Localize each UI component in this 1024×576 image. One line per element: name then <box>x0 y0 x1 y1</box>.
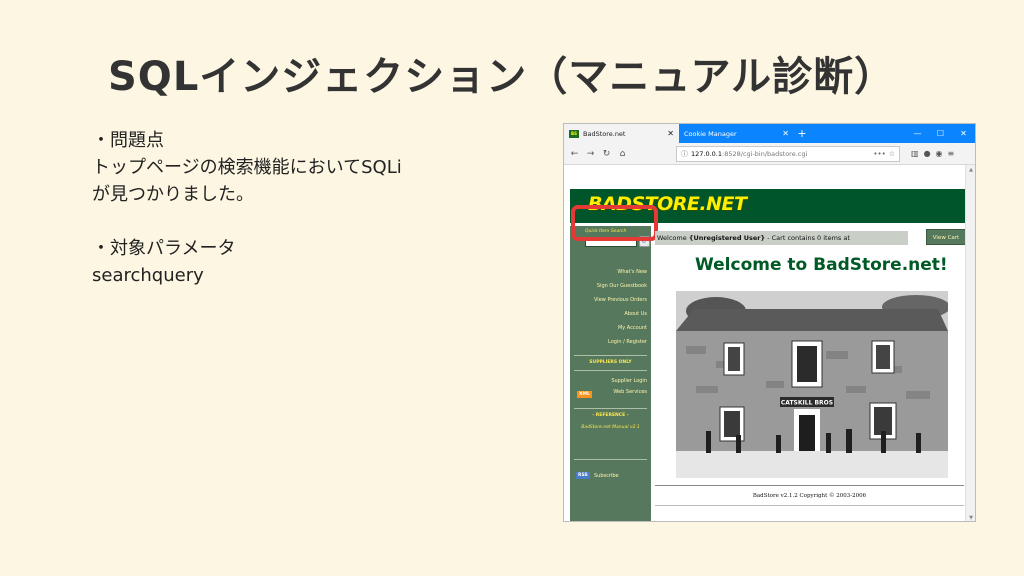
sidebar-item-web-services[interactable]: Web Services <box>613 389 647 395</box>
new-tab-button[interactable]: + <box>794 124 810 143</box>
sidebar-item-about-us[interactable]: About Us <box>624 311 647 317</box>
address-bar[interactable]: ⓘ 127.0.0.1:8528/cgi-bin/badstore.cgi ••… <box>676 145 900 162</box>
slide-title: SQLインジェクション（マニュアル診断） <box>108 54 896 100</box>
sidebar-item-login-register[interactable]: Login / Register <box>608 339 647 345</box>
sidebar-item-guestbook[interactable]: Sign Our Guestbook <box>597 283 647 289</box>
url-text: 127.0.0.1:8528/cgi-bin/badstore.cgi <box>691 150 870 158</box>
footer-divider <box>655 485 964 486</box>
store-photo: CATSKILL BROS <box>676 291 948 478</box>
tab-bar: BS BadStore.net ✕ Cookie Manager ✕ + — ☐… <box>564 124 975 143</box>
url-host: 127.0.0.1 <box>691 149 723 158</box>
reference-heading: - REFERENCE - <box>592 413 629 418</box>
sidebar: Quick Item Search ⟳ What's New Sign Our … <box>570 226 651 521</box>
page-viewport: BADSTORE.NET Quick Item Search ⟳ What's … <box>564 165 969 521</box>
store-sign-text: CATSKILL BROS <box>781 400 833 407</box>
footer-divider <box>655 505 964 506</box>
close-tab-icon[interactable]: ✕ <box>667 129 674 138</box>
footer-text: BadStore v2.1.2 Copyright © 2003-2006 <box>752 493 867 499</box>
cookie-extension-icon[interactable]: ● <box>924 149 931 158</box>
scrollbar[interactable]: ▲ ▼ <box>965 165 975 521</box>
store-photo-graphic: CATSKILL BROS <box>676 291 948 478</box>
sidebar-item-my-account[interactable]: My Account <box>618 325 647 331</box>
forward-arrow-icon[interactable]: → <box>584 149 597 159</box>
scroll-up-icon[interactable]: ▲ <box>966 167 975 173</box>
bullet-problem-heading: ・問題点 <box>92 130 164 151</box>
bullet-list: ・問題点 トップページの検索機能においてSQLi が見つかりました。 ・対象パラ… <box>92 127 402 289</box>
nav-toolbar: ← → ↻ ⌂ ⓘ 127.0.0.1:8528/cgi-bin/badstor… <box>564 143 975 165</box>
url-path: :8528/cgi-bin/badstore.cgi <box>722 149 808 158</box>
sidebar-divider <box>574 408 647 409</box>
minimize-icon[interactable]: — <box>906 124 929 143</box>
suppliers-heading: SUPPLIERS ONLY <box>589 360 632 365</box>
bullet-spacer <box>92 208 402 235</box>
page-actions-icon[interactable]: ••• <box>873 150 885 158</box>
bullet-problem-line2: が見つかりました。 <box>92 184 254 205</box>
close-window-icon[interactable]: ✕ <box>952 124 975 143</box>
tab-cookie-manager[interactable]: Cookie Manager ✕ <box>679 124 794 143</box>
close-tab-icon[interactable]: ✕ <box>782 129 789 138</box>
sidebar-divider <box>574 355 647 356</box>
browser-window: BS BadStore.net ✕ Cookie Manager ✕ + — ☐… <box>563 123 976 522</box>
back-arrow-icon[interactable]: ← <box>568 149 581 159</box>
bullet-param-value: searchquery <box>92 265 204 286</box>
tab-label: BadStore.net <box>583 129 626 138</box>
sidebar-item-supplier-login[interactable]: Supplier Login <box>611 378 647 384</box>
welcome-user: {Unregistered User} <box>688 234 766 242</box>
xml-badge-icon: XML <box>577 391 592 398</box>
window-controls: — ☐ ✕ <box>906 124 975 143</box>
badstore-favicon-icon: BS <box>569 129 579 138</box>
home-icon[interactable]: ⌂ <box>616 149 629 159</box>
bullet-problem-line1: トップページの検索機能においてSQLi <box>92 157 402 178</box>
welcome-suffix: - Cart contains 0 items at <box>765 234 850 242</box>
menu-icon[interactable]: ≡ <box>948 149 955 158</box>
view-cart-button[interactable]: View Cart <box>926 229 966 245</box>
tab-label: Cookie Manager <box>684 129 737 138</box>
maximize-icon[interactable]: ☐ <box>929 124 952 143</box>
welcome-prefix: Welcome <box>657 234 689 242</box>
welcome-bar: Welcome {Unregistered User} - Cart conta… <box>655 231 908 245</box>
bullet-param-heading: ・対象パラメータ <box>92 238 236 259</box>
page-title: Welcome to BadStore.net! <box>695 255 948 275</box>
manual-link[interactable]: BadStore.net Manual v2.1 <box>570 425 651 430</box>
rss-badge-icon: RSS <box>576 472 590 479</box>
sidebar-divider <box>574 370 647 371</box>
sidebar-item-whats-new[interactable]: What's New <box>617 269 647 275</box>
bookmark-star-icon[interactable]: ☆ <box>889 150 895 158</box>
addon-icon[interactable]: ◉ <box>936 149 943 158</box>
tab-badstore[interactable]: BS BadStore.net ✕ <box>564 124 679 143</box>
subscribe-link[interactable]: Subscribe <box>594 473 619 479</box>
reload-icon[interactable]: ↻ <box>600 149 613 159</box>
sidebar-divider <box>574 459 647 460</box>
sidebar-item-previous-orders[interactable]: View Previous Orders <box>594 297 647 303</box>
info-icon: ⓘ <box>681 149 688 158</box>
scroll-down-icon[interactable]: ▼ <box>966 515 975 521</box>
library-icon[interactable]: ▥ <box>911 149 919 158</box>
highlight-box <box>571 205 658 241</box>
toolbar-extensions: ▥ ● ◉ ≡ <box>911 149 954 158</box>
